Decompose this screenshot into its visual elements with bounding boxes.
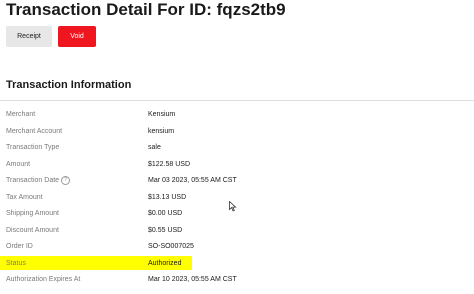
- void-button[interactable]: Void: [58, 26, 96, 47]
- receipt-button[interactable]: Receipt: [6, 26, 52, 47]
- detail-row-status: Status Authorized: [0, 256, 474, 273]
- detail-label: Amount: [6, 160, 31, 168]
- section-title: Transaction Information: [6, 79, 132, 91]
- detail-row-transaction-date: Transaction Date? Mar 03 2023, 05:55 AM …: [0, 173, 474, 190]
- detail-label: Transaction Type: [6, 144, 60, 151]
- detail-value: $0.55 USD: [148, 226, 183, 234]
- detail-row-authorization-expires: Authorization Expires At Mar 10 2023, 05…: [0, 272, 474, 289]
- detail-row-shipping-amount: Shipping Amount $0.00 USD: [0, 206, 474, 223]
- detail-label: Order ID: [6, 243, 33, 250]
- detail-label: Merchant: [6, 111, 36, 118]
- detail-row-transaction-type: Transaction Type sale: [0, 140, 474, 157]
- detail-label-text: Transaction Date: [6, 177, 60, 184]
- detail-label: Discount Amount: [6, 226, 59, 234]
- mouse-pointer-icon: [229, 201, 237, 212]
- detail-value: $122.58 USD: [148, 160, 191, 168]
- detail-row-discount-amount: Discount Amount $0.55 USD: [0, 223, 474, 240]
- detail-row-tax-amount: Tax Amount $13.13 USD: [0, 190, 474, 207]
- detail-value: $0.00 USD: [148, 210, 183, 217]
- detail-label: Status: [6, 259, 26, 267]
- detail-label: Shipping Amount: [6, 210, 59, 217]
- detail-value: SO-SO007025: [148, 243, 194, 250]
- detail-value: kensium: [148, 127, 175, 135]
- detail-row-merchant-account: Merchant Account kensium: [0, 124, 474, 141]
- detail-value: Mar 03 2023, 05:55 AM CST: [148, 177, 237, 184]
- page-title: Transaction Detail For ID: fqzs2tb9: [6, 0, 286, 19]
- status-value: Authorized: [148, 259, 182, 267]
- detail-row-amount: Amount $122.58 USD: [0, 157, 474, 174]
- detail-value: $13.13 USD: [148, 193, 187, 201]
- detail-label: Transaction Date?: [6, 173, 71, 189]
- detail-label: Merchant Account: [6, 127, 63, 135]
- detail-value: Mar 10 2023, 05:55 AM CST: [148, 276, 237, 283]
- detail-row-order-id: Order ID SO-SO007025: [0, 239, 474, 256]
- detail-row-merchant: Merchant Kensium: [0, 107, 474, 124]
- transaction-details: Merchant Kensium Merchant Account kensiu…: [0, 107, 474, 289]
- detail-label: Authorization Expires At: [6, 276, 81, 283]
- section-divider: [0, 100, 474, 101]
- detail-label: Tax Amount: [6, 193, 43, 201]
- question-circle-icon[interactable]: ?: [61, 175, 71, 185]
- detail-value: sale: [148, 144, 161, 151]
- detail-value: Kensium: [148, 111, 176, 118]
